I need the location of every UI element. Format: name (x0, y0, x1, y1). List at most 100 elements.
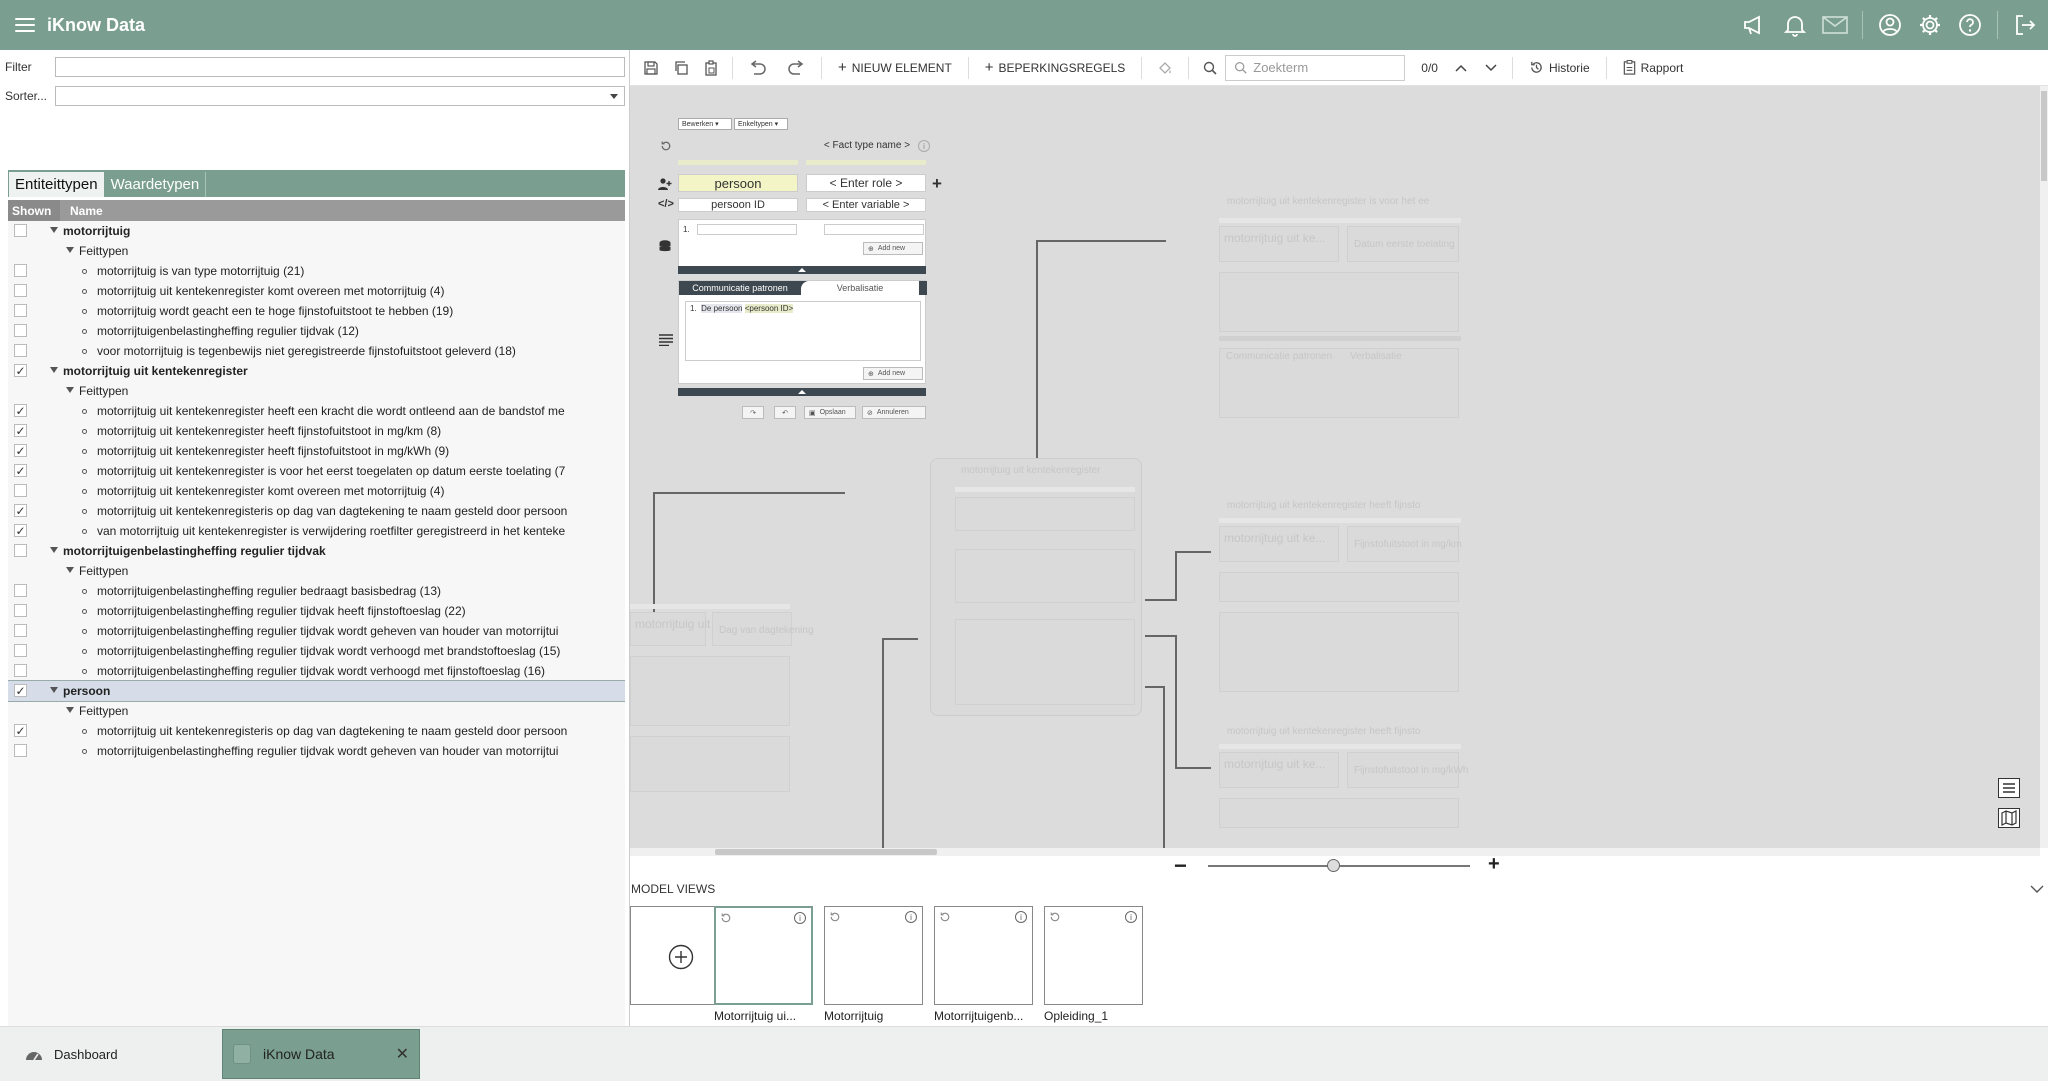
shown-checkbox[interactable]: ✓ (14, 444, 27, 458)
name-column-header[interactable]: Name (60, 204, 103, 218)
save-fact-button[interactable]: ▣ Opslaan (804, 406, 856, 419)
tab-iknow-data[interactable]: iKnow Data ✕ (222, 1029, 420, 1079)
variable-enter[interactable]: < Enter variable > (806, 198, 926, 212)
shown-checkbox[interactable] (14, 324, 27, 337)
redo-icon[interactable]: ↷ (742, 406, 764, 419)
cancel-fact-button[interactable]: ⊘ Annuleren (862, 406, 926, 419)
model-view-card[interactable]: i (934, 906, 1033, 1005)
model-view-card[interactable]: i (714, 906, 813, 1005)
user-icon[interactable] (1877, 12, 1903, 38)
fact-type-row[interactable]: ✓ motorrijtuig uit kentekenregister heeft… (8, 441, 625, 461)
expand-toggle-icon[interactable] (50, 367, 58, 377)
shown-checkbox[interactable] (14, 264, 27, 277)
fact-type-row[interactable]: motorrijtuigenbelastingheffing regulier … (8, 741, 625, 761)
fact-type-row[interactable]: ✓ motorrijtuig uit kentekenregisteris op … (8, 721, 625, 741)
find-icon[interactable] (1195, 55, 1225, 81)
shown-checkbox[interactable] (14, 344, 27, 357)
expand-toggle-icon[interactable] (50, 687, 58, 697)
model-view-card[interactable]: i (824, 906, 923, 1005)
shown-checkbox[interactable] (14, 604, 27, 617)
canvas-vertical-scrollbar[interactable] (2040, 86, 2048, 848)
zoom-in-icon[interactable]: + (1488, 853, 1500, 876)
chevron-down-icon[interactable] (2030, 882, 2044, 897)
list-view-icon[interactable] (1998, 778, 2020, 798)
tab-entiteittypen[interactable]: Entiteittypen (9, 172, 104, 197)
role-enter[interactable]: < Enter role > (806, 174, 926, 192)
shown-checkbox[interactable] (14, 484, 27, 497)
map-view-icon[interactable] (1998, 808, 2020, 828)
sort-select[interactable] (55, 86, 625, 106)
shown-checkbox[interactable] (14, 744, 27, 757)
info-icon[interactable]: i (918, 140, 930, 152)
paint-bucket-icon[interactable] (1148, 55, 1182, 81)
info-icon[interactable]: i (794, 912, 806, 924)
fact-type-row[interactable]: motorrijtuig is van type motorrijtuig (2… (8, 261, 625, 281)
variable-persoon-id[interactable]: persoon ID (678, 198, 798, 212)
fact-type-row[interactable]: motorrijtuigenbelastingheffing regulier … (8, 621, 625, 641)
shown-checkbox[interactable]: ✓ (14, 684, 27, 698)
expand-toggle-icon[interactable] (50, 547, 58, 557)
tab-waardetypen[interactable]: Waardetypen (105, 172, 207, 197)
fact-type-row[interactable]: ✓ van motorrijtuig uit kentekenregister i… (8, 521, 625, 541)
population-cell[interactable] (697, 224, 797, 235)
copy-icon[interactable] (666, 55, 696, 81)
fact-type-row[interactable]: ✓ motorrijtuig uit kentekenregister is vo… (8, 461, 625, 481)
expand-toggle-icon[interactable] (66, 567, 74, 577)
fact-type-row[interactable]: motorrijtuigenbelastingheffing regulier … (8, 661, 625, 681)
shown-checkbox[interactable]: ✓ (14, 364, 27, 378)
entity-row[interactable]: ✓ motorrijtuig uit kentekenregister (8, 361, 625, 381)
population-cell[interactable] (824, 224, 924, 235)
shown-checkbox[interactable]: ✓ (14, 464, 27, 478)
model-view-label[interactable]: Motorrijtuig ui... (714, 1009, 813, 1023)
chevron-up-icon[interactable] (1446, 55, 1476, 81)
undo-icon[interactable]: ↶ (774, 406, 796, 419)
shown-checkbox[interactable]: ✓ (14, 524, 27, 538)
fact-type-row[interactable]: ✓ motorrijtuig uit kentekenregisteris op … (8, 501, 625, 521)
fact-type-row[interactable]: voor motorrijtuig is tegenbewijs niet ge… (8, 341, 625, 361)
group-row[interactable]: Feittypen (8, 241, 625, 261)
canvas-horizontal-scrollbar[interactable] (630, 848, 2040, 856)
tab-communication-patterns[interactable]: Communicatie patronen (679, 281, 801, 295)
entity-row[interactable]: motorrijtuig (8, 221, 625, 241)
collapse-bar[interactable] (678, 388, 926, 396)
menu-icon[interactable] (15, 18, 35, 32)
fact-type-row[interactable]: motorrijtuig uit kentekenregister komt o… (8, 281, 625, 301)
shown-checkbox[interactable] (14, 304, 27, 317)
shown-checkbox[interactable] (14, 224, 27, 237)
shown-checkbox[interactable] (14, 284, 27, 297)
search-box[interactable]: Zoekterm (1225, 54, 1406, 81)
constraints-button[interactable]: + BEPERKINGSREGELS (975, 59, 1135, 76)
fact-type-row[interactable]: ✓ motorrijtuig uit kentekenregister heeft… (8, 421, 625, 441)
expand-toggle-icon[interactable] (66, 387, 74, 397)
fact-type-row[interactable]: motorrijtuigenbelastingheffing regulier … (8, 581, 625, 601)
entity-row[interactable]: motorrijtuigenbelastingheffing regulier … (8, 541, 625, 561)
save-icon[interactable] (636, 55, 666, 81)
info-icon[interactable]: i (1125, 911, 1137, 923)
shown-checkbox[interactable]: ✓ (14, 724, 27, 738)
filter-input[interactable] (55, 57, 625, 77)
fact-type-row[interactable]: ✓ motorrijtuig uit kentekenregister heeft… (8, 401, 625, 421)
group-row[interactable]: Feittypen (8, 561, 625, 581)
tab-dashboard[interactable]: Dashboard (0, 1029, 212, 1079)
fact-type-row[interactable]: motorrijtuigenbelastingheffing regulier … (8, 601, 625, 621)
entity-row[interactable]: ✓ persoon (8, 680, 625, 702)
faded-fact-type[interactable]: motorrijtuig uit kentekenregister is voo… (1217, 186, 1477, 506)
expand-toggle-icon[interactable] (50, 227, 58, 237)
fact-type-row[interactable]: motorrijtuig wordt geacht een te hoge fi… (8, 301, 625, 321)
info-icon[interactable]: i (1015, 911, 1027, 923)
edit-menu[interactable]: Bewerken ▾ (678, 118, 732, 130)
report-button[interactable]: Rapport (1613, 60, 1694, 75)
faded-fact-type[interactable]: motorrijtuig uit kentekenregister heeft … (1217, 726, 1477, 848)
collapse-bar[interactable] (678, 266, 926, 274)
faded-fact-type[interactable]: motorrijtuig uit ke... Dag van dagtekeni… (630, 576, 814, 806)
expand-toggle-icon[interactable] (66, 247, 74, 257)
model-view-card[interactable]: i (1044, 906, 1143, 1005)
scroll-thumb[interactable] (715, 849, 937, 855)
fact-type-row[interactable]: motorrijtuig uit kentekenregister komt o… (8, 481, 625, 501)
role-persoon[interactable]: persoon (678, 174, 798, 192)
shown-checkbox[interactable] (14, 624, 27, 637)
fact-type-row[interactable]: motorrijtuigenbelastingheffing regulier … (8, 641, 625, 661)
close-icon[interactable]: ✕ (396, 1044, 409, 1064)
add-new-pattern-button[interactable]: ⊕ Add new (863, 367, 923, 380)
model-view-label[interactable]: Motorrijtuig (824, 1009, 923, 1023)
